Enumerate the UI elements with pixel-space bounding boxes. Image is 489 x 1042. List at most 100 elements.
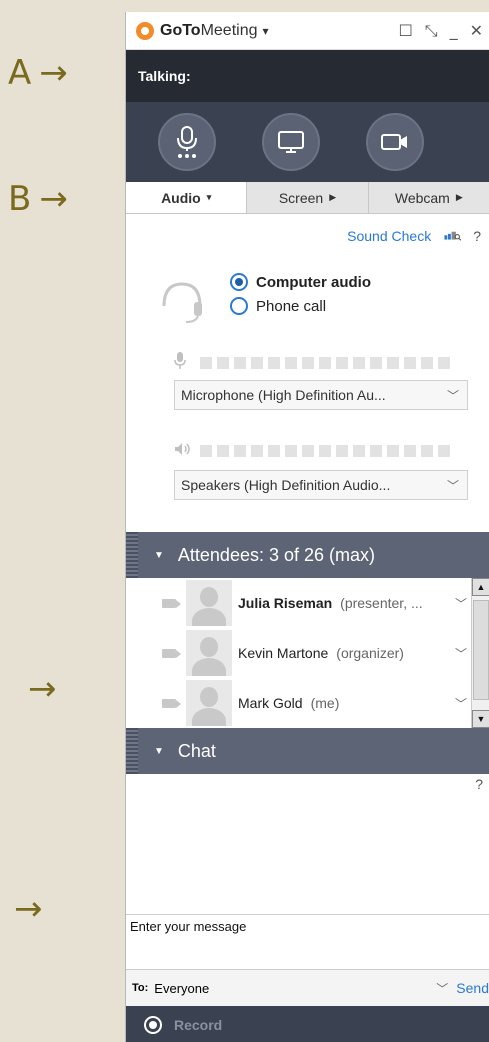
send-button[interactable]: Send bbox=[456, 980, 489, 996]
level-segment bbox=[387, 356, 399, 369]
level-segment bbox=[438, 444, 450, 457]
annotation-letter: B bbox=[8, 179, 32, 219]
scroll-down-icon[interactable]: ▼ bbox=[472, 710, 489, 728]
scroll-up-icon[interactable]: ▲ bbox=[472, 578, 489, 596]
speaker-level-meter bbox=[174, 442, 455, 459]
microphone-level-meter bbox=[174, 352, 455, 373]
to-label: To: bbox=[132, 982, 149, 994]
chat-help-icon[interactable]: ? bbox=[475, 776, 483, 792]
attendees-header[interactable]: ▼ Attendees: 3 of 26 (max) bbox=[126, 532, 489, 578]
annotation-arrow-chat: → bbox=[28, 672, 57, 706]
attendees-scrollbar[interactable]: ▲ ▼ bbox=[471, 578, 489, 728]
attendee-name: Julia Riseman bbox=[238, 595, 333, 611]
level-segment bbox=[319, 444, 331, 457]
phone-call-option[interactable]: Phone call bbox=[230, 294, 371, 318]
control-toolbar bbox=[126, 102, 489, 182]
gotomeeting-window: GoToMeeting ▾ ☐ ⤡ _ ✕ Talking: Audio ▾ S… bbox=[125, 12, 489, 1042]
audio-mode-options: Computer audio Phone call bbox=[230, 270, 371, 318]
chevron-down-icon[interactable]: ﹀ bbox=[455, 595, 467, 612]
chat-recipient-row: To: Everyone ﹀ Send bbox=[126, 970, 489, 1006]
chat-message-placeholder: Enter your message bbox=[130, 919, 247, 934]
chevron-down-icon[interactable]: ﹀ bbox=[455, 695, 467, 712]
attendees-list: Julia Riseman (presenter, ... ﹀ Kevin Ma… bbox=[126, 578, 489, 728]
computer-audio-option[interactable]: Computer audio bbox=[230, 270, 371, 294]
annotation-b: B → bbox=[8, 182, 68, 216]
headset-icon bbox=[162, 282, 202, 323]
microphone-select-value: Microphone (High Definition Au... bbox=[181, 387, 386, 403]
tab-screen[interactable]: Screen ▶ bbox=[246, 182, 368, 213]
recipient-select[interactable]: Everyone bbox=[154, 981, 209, 996]
minimize-icon[interactable]: _ bbox=[450, 21, 458, 41]
talking-bar: Talking: bbox=[126, 50, 489, 102]
list-item[interactable]: Julia Riseman (presenter, ... ﹀ bbox=[126, 578, 489, 628]
webcam-button[interactable] bbox=[366, 113, 424, 171]
talking-label: Talking: bbox=[138, 68, 191, 84]
level-segment bbox=[285, 444, 297, 457]
speakers-select[interactable]: Speakers (High Definition Audio... ﹀ bbox=[174, 470, 468, 500]
speakers-select-value: Speakers (High Definition Audio... bbox=[181, 477, 391, 493]
level-segment bbox=[200, 356, 212, 369]
level-segment bbox=[387, 444, 399, 457]
chevron-right-icon: ▶ bbox=[455, 192, 463, 202]
tab-audio[interactable]: Audio ▾ bbox=[126, 182, 247, 213]
app-menu[interactable]: GoToMeeting ▾ bbox=[160, 22, 269, 40]
window-controls: ☐ ⤡ _ ✕ bbox=[398, 21, 489, 41]
level-segment bbox=[370, 356, 382, 369]
annotation-arrow: → bbox=[39, 53, 68, 93]
attendee-role: (organizer) bbox=[336, 645, 404, 661]
microphone-small-icon bbox=[174, 352, 200, 373]
level-segment bbox=[404, 356, 416, 369]
attendee-name: Kevin Martone bbox=[238, 645, 329, 661]
record-button[interactable]: Record bbox=[126, 1006, 489, 1042]
microphone-button[interactable] bbox=[158, 113, 216, 171]
resize-grip[interactable] bbox=[126, 532, 138, 578]
speaker-small-icon bbox=[174, 442, 200, 459]
list-item[interactable]: Kevin Martone (organizer) ﹀ bbox=[126, 628, 489, 678]
list-item[interactable]: Mark Gold (me) ﹀ bbox=[126, 678, 489, 728]
level-segment bbox=[336, 356, 348, 369]
radio-button[interactable] bbox=[230, 273, 248, 291]
webcam-off-icon bbox=[162, 698, 181, 708]
level-segment bbox=[353, 356, 365, 369]
webcam-off-icon bbox=[162, 648, 181, 658]
level-segment bbox=[336, 444, 348, 457]
avatar bbox=[186, 630, 232, 676]
collapse-triangle-icon: ▼ bbox=[154, 549, 164, 561]
chevron-down-icon[interactable]: ﹀ bbox=[436, 980, 448, 997]
chat-header[interactable]: ▼ Chat bbox=[126, 728, 489, 774]
sound-check-link[interactable]: Sound Check bbox=[347, 228, 431, 244]
chevron-down-icon[interactable]: ﹀ bbox=[455, 645, 467, 662]
close-icon[interactable]: ✕ bbox=[470, 21, 483, 41]
attendees-title: Attendees: 3 of 26 (max) bbox=[177, 544, 376, 565]
level-segment bbox=[285, 356, 297, 369]
tab-webcam[interactable]: Webcam ▶ bbox=[367, 182, 489, 213]
level-segment bbox=[217, 356, 229, 369]
chat-log: ? bbox=[126, 774, 489, 914]
level-segment bbox=[217, 444, 229, 457]
avatar bbox=[186, 580, 232, 626]
restore-icon[interactable]: ☐ bbox=[398, 21, 412, 41]
chevron-down-icon: ﹀ bbox=[446, 388, 459, 403]
scrollbar-thumb[interactable] bbox=[473, 600, 489, 700]
screen-share-button[interactable] bbox=[262, 113, 320, 171]
resize-grip[interactable] bbox=[126, 728, 138, 774]
level-segment bbox=[302, 356, 314, 369]
attendee-name: Mark Gold bbox=[238, 695, 303, 711]
audio-help-icon[interactable]: ? bbox=[473, 228, 481, 244]
gotomeeting-logo-icon bbox=[136, 21, 154, 40]
microphone-icon bbox=[177, 126, 197, 158]
compact-view-icon[interactable]: ⤡ bbox=[425, 21, 438, 41]
level-segment bbox=[234, 444, 246, 457]
audio-meter-icon[interactable] bbox=[441, 231, 465, 241]
level-segment bbox=[421, 356, 433, 369]
chevron-down-icon: ▾ bbox=[206, 192, 212, 202]
annotation-letter: A bbox=[8, 53, 32, 93]
level-segment bbox=[268, 444, 280, 457]
level-segment bbox=[353, 444, 365, 457]
radio-button[interactable] bbox=[230, 297, 248, 315]
phone-call-label: Phone call bbox=[256, 297, 327, 315]
microphone-select[interactable]: Microphone (High Definition Au... ﹀ bbox=[174, 380, 468, 410]
chat-message-input[interactable]: Enter your message bbox=[126, 914, 489, 970]
annotation-arrow: → bbox=[28, 669, 57, 709]
collapse-triangle-icon: ▼ bbox=[154, 745, 164, 757]
